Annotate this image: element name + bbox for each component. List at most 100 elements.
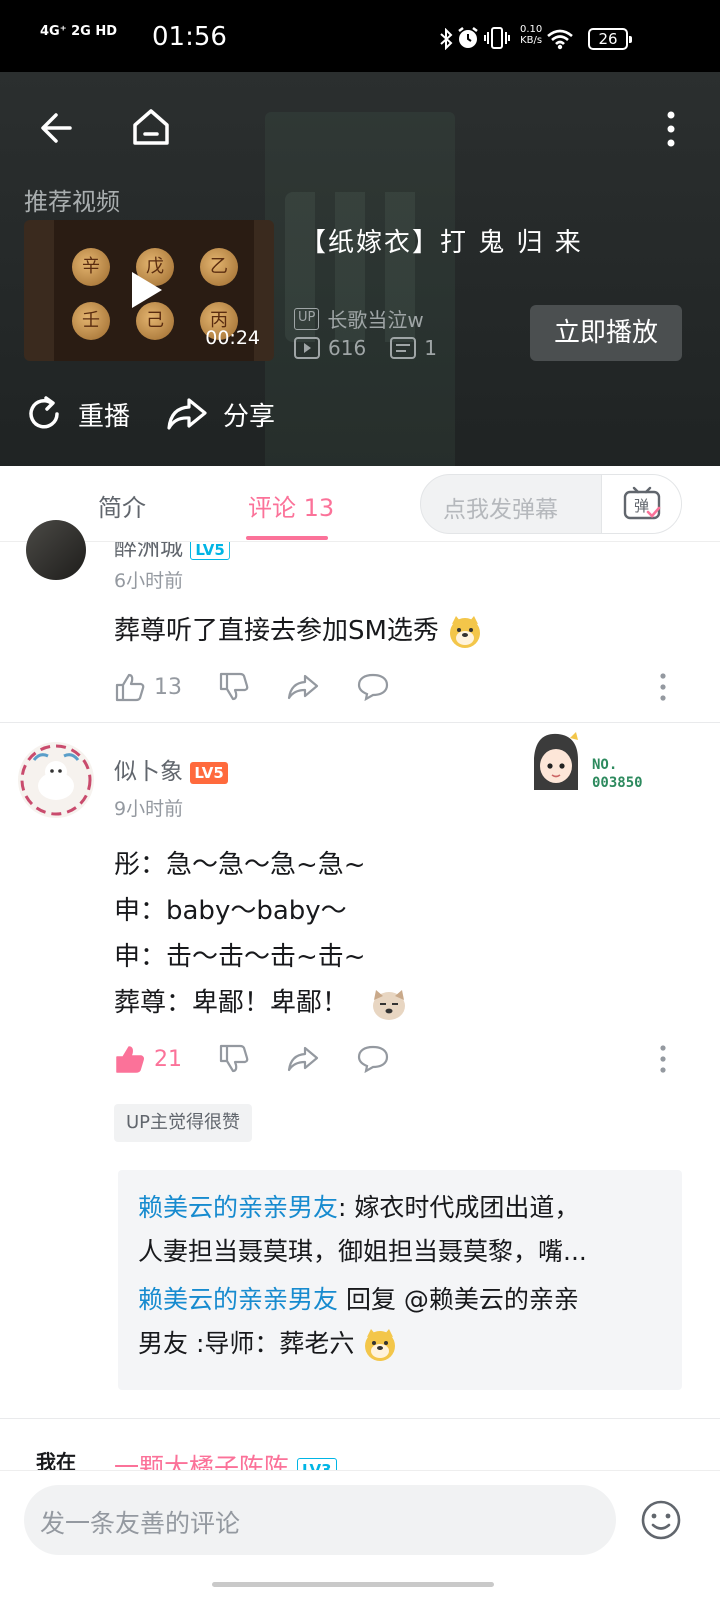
status-bar: 4G⁺ 2G HD 01:56 0.10 KB/s 26 (0, 0, 720, 72)
net-speed: 0.10 KB/s (520, 24, 543, 46)
dog-emoji-icon (373, 989, 406, 1020)
fan-badge[interactable]: NO. 003850 (526, 728, 696, 808)
back-button[interactable] (30, 102, 82, 154)
comment-line-last: 葬尊：卑鄙！卑鄙！ (114, 980, 408, 1026)
up-liked-badge: UP主觉得很赞 (114, 1104, 253, 1142)
alarm-icon (458, 27, 478, 48)
comment-more-button[interactable] (656, 672, 670, 702)
danmaku-input[interactable]: 点我发弹幕 弹 (420, 474, 682, 534)
danmaku-count: 1 (424, 336, 437, 360)
home-icon (133, 109, 169, 145)
wifi-icon (547, 29, 573, 50)
home-button[interactable] (125, 100, 177, 154)
danmaku-tv-icon: 弹 (623, 486, 660, 520)
comment-divider (0, 1418, 720, 1419)
more-options-button[interactable] (655, 102, 687, 156)
recommend-label: 推荐视频 (24, 188, 120, 216)
avatar[interactable] (18, 742, 94, 818)
vibrate-icon (484, 27, 510, 49)
comment-time: 6小时前 (114, 570, 184, 592)
emoji-button[interactable] (640, 1499, 682, 1541)
reply-preview-box[interactable]: 赖美云的亲亲男友: 嫁衣时代成团出道， 人妻担当聂莫琪，御姐担当聂莫黎，嘴...… (118, 1170, 682, 1390)
comment-text: 葬尊听了直接去参加SM选秀 (114, 608, 483, 654)
comment-bubble-icon (357, 1045, 389, 1074)
dislike-button[interactable] (218, 1044, 250, 1074)
comment-line: 彤：急～急～急~急~ (114, 850, 366, 880)
share-icon (167, 398, 207, 430)
comment-actions: 21 (114, 1044, 426, 1074)
network-indicator: 4G⁺ 2G HD (40, 24, 118, 39)
thumb-coin: 乙 (200, 248, 238, 286)
play-now-button[interactable]: 立即播放 (530, 305, 682, 361)
recommended-video-thumbnail[interactable]: 辛 戊 乙 壬 己 丙 00:24 (24, 220, 274, 361)
uploader-row: UP 长歌当泣w (294, 304, 424, 333)
replay-button[interactable]: 重播 (24, 394, 130, 434)
fan-badge-avatar-icon (534, 732, 578, 790)
reply-text-continued: 人妻担当聂莫琪，御姐担当聂莫黎，嘴... (138, 1237, 587, 1266)
comment-more-button[interactable] (656, 1044, 670, 1074)
comment-input-placeholder: 发一条友善的评论 (40, 1509, 241, 1538)
dislike-button[interactable] (218, 672, 250, 702)
comment-composer-bar: 发一条友善的评论 (0, 1470, 720, 1600)
replay-icon (29, 396, 59, 429)
tab-bar: 简介 评论 13 点我发弹幕 弹 (0, 466, 720, 542)
share-comment-button[interactable] (286, 1044, 320, 1074)
avatar-image (20, 744, 92, 816)
reply-author[interactable]: 赖美云的亲亲男友 (138, 1193, 338, 1222)
share-icon (287, 674, 319, 700)
comment-body: 葬尊听了直接去参加SM选秀 (114, 616, 439, 646)
like-button[interactable]: 13 (114, 672, 182, 702)
play-icon (132, 272, 162, 308)
recommended-video-title[interactable]: 【纸嫁衣】打 鬼 归 来 (300, 222, 583, 259)
reply-button[interactable] (356, 672, 390, 702)
arrow-left-icon (41, 113, 72, 143)
share-button[interactable]: 分享 (165, 394, 275, 434)
doge-emoji-icon (365, 1329, 396, 1361)
comment-time: 9小时前 (114, 798, 184, 820)
video-duration: 00:24 (205, 327, 260, 349)
comment-author[interactable]: 一颗大橘子陈陈 LV3 (114, 1448, 337, 1470)
reply-author[interactable]: 赖美云的亲亲男友 (138, 1285, 338, 1314)
comment-author-name: 一颗大橘子陈陈 (114, 1453, 290, 1470)
danmaku-placeholder: 点我发弹幕 (443, 497, 558, 523)
comment-line: 申：baby～baby～ (114, 896, 347, 926)
more-vertical-icon (660, 1045, 666, 1073)
comment-actions: 13 (114, 672, 426, 702)
share-comment-button[interactable] (286, 672, 320, 702)
more-vertical-icon (660, 673, 666, 701)
comment-bubble-icon (357, 673, 389, 702)
like-count: 13 (154, 674, 182, 700)
comment-author[interactable]: 似卜象 LV5 (114, 752, 228, 786)
like-count: 21 (154, 1046, 182, 1072)
reply-item[interactable]: 赖美云的亲亲男友: 嫁衣时代成团出道， (138, 1186, 662, 1230)
fan-number: NO. 003850 (592, 756, 643, 792)
video-stats: 616 1 (294, 336, 437, 360)
reply-button[interactable] (356, 1044, 390, 1074)
comment-input[interactable]: 发一条友善的评论 (24, 1485, 616, 1555)
reply-text: 回复 @赖美云的亲亲 (338, 1285, 579, 1314)
status-time: 01:56 (152, 22, 227, 52)
emoji-icon (641, 1500, 681, 1540)
avatar-badge: 我在 (36, 1450, 76, 1470)
comment-author-name: 似卜象 (114, 759, 183, 785)
more-vertical-icon (667, 111, 675, 147)
tab-intro[interactable]: 简介 (98, 488, 146, 523)
reply-text: : 嫁衣时代成团出道， (338, 1193, 580, 1222)
level-badge: LV3 (296, 1458, 337, 1470)
reply-item[interactable]: 赖美云的亲亲男友 回复 @赖美云的亲亲 (138, 1278, 662, 1322)
comment-line: 葬尊：卑鄙！卑鄙！ (114, 988, 349, 1018)
comment-line: 申：击～击～击~击~ (114, 942, 366, 972)
danmaku-toggle-button[interactable]: 弹 (601, 475, 681, 533)
home-indicator (212, 1582, 494, 1587)
reply-line-last: 男友 :导师：葬老六 (138, 1322, 662, 1366)
uploader-name: 长歌当泣w (327, 308, 424, 332)
comment-text: 彤：急～急～急~急~ 申：baby～baby～ 申：击～击～击~击~ 葬尊：卑鄙… (114, 842, 408, 1026)
like-button-active[interactable]: 21 (114, 1044, 182, 1074)
tab-comments[interactable]: 评论 13 (248, 488, 334, 523)
avatar[interactable] (26, 520, 86, 580)
comment-divider (0, 722, 720, 723)
fan-number-value: 003850 (592, 775, 643, 791)
up-tag: UP (294, 307, 320, 330)
doge-emoji-icon (450, 615, 481, 648)
share-label: 分享 (223, 401, 276, 432)
